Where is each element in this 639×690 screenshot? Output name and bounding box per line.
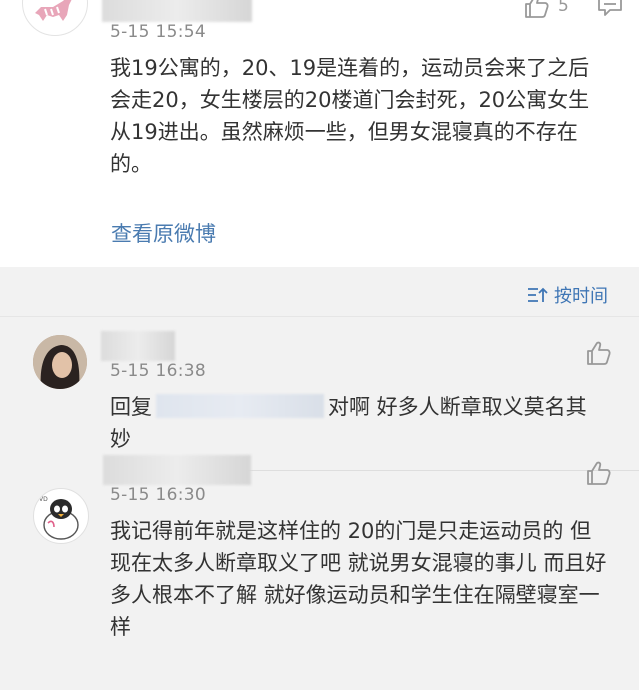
- like-icon[interactable]: [584, 339, 612, 367]
- comment-icon[interactable]: [596, 0, 624, 18]
- username-blurred[interactable]: [102, 0, 252, 22]
- comment-time: 5-15 16:38: [110, 361, 206, 381]
- post-time: 5-15 15:54: [110, 22, 206, 42]
- mention-blurred[interactable]: [156, 394, 324, 418]
- like-count: 5: [558, 0, 569, 16]
- svg-text:VD: VD: [39, 496, 48, 503]
- comment-text: 回复 对啊 好多人断章取义莫名其妙: [110, 391, 605, 455]
- zebra-avatar[interactable]: [22, 0, 88, 36]
- username-blurred[interactable]: [101, 331, 175, 361]
- post-card: 5-15 15:54 5 我19公寓的，20、19是连着的，运动员会来了之后会走…: [0, 0, 639, 267]
- comment-item: 5-15 16:38 回复 对啊 好多人断章取义莫名其妙: [0, 317, 639, 470]
- comments-section: 按时间 5-15 16:38 回复 对啊 好多人断章取义莫名其妙 VD 5-15…: [0, 267, 639, 690]
- view-original-link[interactable]: 查看原微博: [111, 218, 216, 248]
- comment-item: VD 5-15 16:30 我记得前年就是这样住的 20的门是只走运动员的 但现…: [0, 455, 639, 690]
- like-icon[interactable]: [584, 459, 612, 487]
- penguin-avatar[interactable]: VD: [33, 488, 89, 544]
- username-blurred[interactable]: [103, 455, 251, 485]
- comment-time: 5-15 16:30: [110, 485, 206, 505]
- sort-icon: [528, 287, 548, 302]
- like-icon[interactable]: [522, 0, 550, 20]
- sort-label: 按时间: [554, 286, 608, 307]
- reply-prefix: 回复: [110, 395, 152, 419]
- post-text: 我19公寓的，20、19是连着的，运动员会来了之后会走20，女生楼层的20楼道门…: [110, 56, 590, 176]
- girl-avatar[interactable]: [33, 335, 87, 389]
- sort-toggle[interactable]: 按时间: [526, 282, 621, 308]
- comment-text: 我记得前年就是这样住的 20的门是只走运动员的 但现在太多人断章取义了吧 就说男…: [110, 519, 607, 639]
